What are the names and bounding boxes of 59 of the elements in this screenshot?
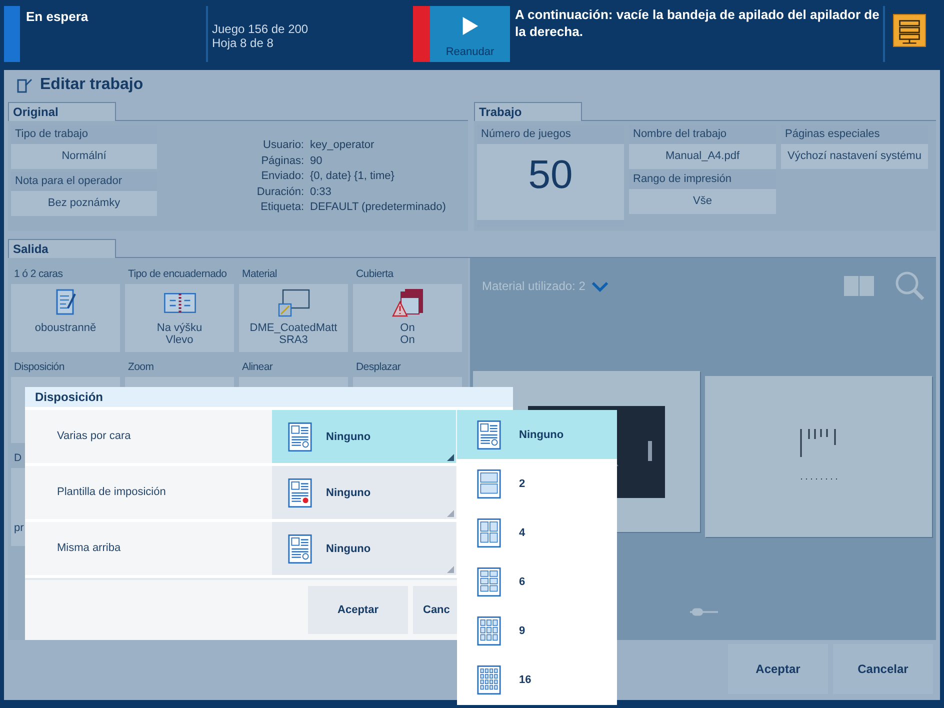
- setting-tile[interactable]: oboustranně: [11, 284, 120, 352]
- setting-label: Desplazar: [355, 360, 402, 375]
- field-value[interactable]: Manual_A4.pdf: [629, 144, 776, 169]
- detail-value: key_operator: [310, 138, 376, 153]
- setting-tile[interactable]: On On: [353, 284, 462, 352]
- resume-button[interactable]: Reanudar: [430, 6, 510, 62]
- progress-text: Juego 156 de 200: [212, 22, 310, 36]
- field-label: Número de juegos: [480, 127, 572, 142]
- setting-value: oboustranně: [34, 322, 96, 334]
- option-label: Plantilla de imposición: [56, 485, 167, 500]
- field-label: Tipo de trabajo: [14, 127, 89, 142]
- dialog-button[interactable]: Aceptar: [308, 586, 408, 634]
- option-label: Misma arriba: [56, 541, 122, 556]
- setting-label: D: [13, 451, 22, 466]
- setting-value: DME_CoatedMatt: [250, 322, 338, 334]
- setting-value: On: [400, 322, 415, 334]
- option-label: Varias por cara: [56, 429, 132, 444]
- dialog-title: Disposición: [35, 390, 104, 404]
- setting-label: Tipo de encuadernado: [127, 267, 228, 282]
- setting-label: Material: [241, 267, 278, 282]
- field-label: Nombre del trabajo: [632, 127, 728, 142]
- detail-label: Duración:: [256, 184, 304, 200]
- setting-value: Vlevo: [166, 334, 194, 346]
- setting-value: Na výšku: [156, 322, 202, 334]
- option-dropdown[interactable]: Ninguno: [272, 522, 456, 575]
- field-label: Nota para el operador: [14, 174, 124, 189]
- detail-value: {0, date} {1, time}: [310, 169, 396, 184]
- field-label: Rango de impresión: [632, 172, 732, 187]
- setting-tile[interactable]: Na výšku Vlevo: [125, 284, 234, 352]
- status-message: A continuación: vacíe la bandeja de apilado del apilador de la derecha.: [515, 6, 880, 40]
- field-value[interactable]: Vše: [629, 189, 776, 214]
- detail-label: Enviado:: [260, 169, 304, 184]
- setting-label: Zoom: [127, 360, 155, 375]
- setting-value: On: [400, 334, 415, 346]
- field-value[interactable]: Normální: [11, 144, 157, 169]
- detail-value: 90: [310, 154, 324, 168]
- setting-label: Cubierta: [355, 267, 395, 282]
- detail-value: DEFAULT (predeterminado): [310, 200, 446, 215]
- footer-button[interactable]: Aceptar: [728, 644, 828, 694]
- detail-value: 0:33: [310, 184, 332, 200]
- dropdown-option[interactable]: Ninguno: [457, 410, 617, 459]
- job-state: En espera: [26, 9, 90, 24]
- field-value[interactable]: Výchozí nastavení systému: [781, 144, 928, 169]
- option-dropdown[interactable]: Ninguno: [272, 410, 456, 463]
- detail-label: Páginas:: [260, 154, 304, 168]
- progress-text: Hoja 8 de 8: [212, 36, 274, 50]
- setting-tile[interactable]: DME_CoatedMatt SRA3: [239, 284, 348, 352]
- copies-value[interactable]: 50: [477, 144, 624, 220]
- detail-label: Usuario:: [262, 138, 304, 153]
- window-title: Editar trabajo: [40, 76, 144, 94]
- setting-label: Disposición: [13, 360, 66, 375]
- setting-label: 1 ó 2 caras: [13, 267, 64, 282]
- field-value[interactable]: Bez poznámky: [11, 191, 157, 216]
- footer-button[interactable]: Cancelar: [833, 644, 933, 694]
- option-dropdown[interactable]: Ninguno: [272, 466, 456, 519]
- setting-label: Alinear: [241, 360, 274, 375]
- field-label: Páginas especiales: [784, 127, 881, 142]
- detail-label: Etiqueta:: [260, 200, 304, 215]
- setting-value: SRA3: [279, 334, 308, 346]
